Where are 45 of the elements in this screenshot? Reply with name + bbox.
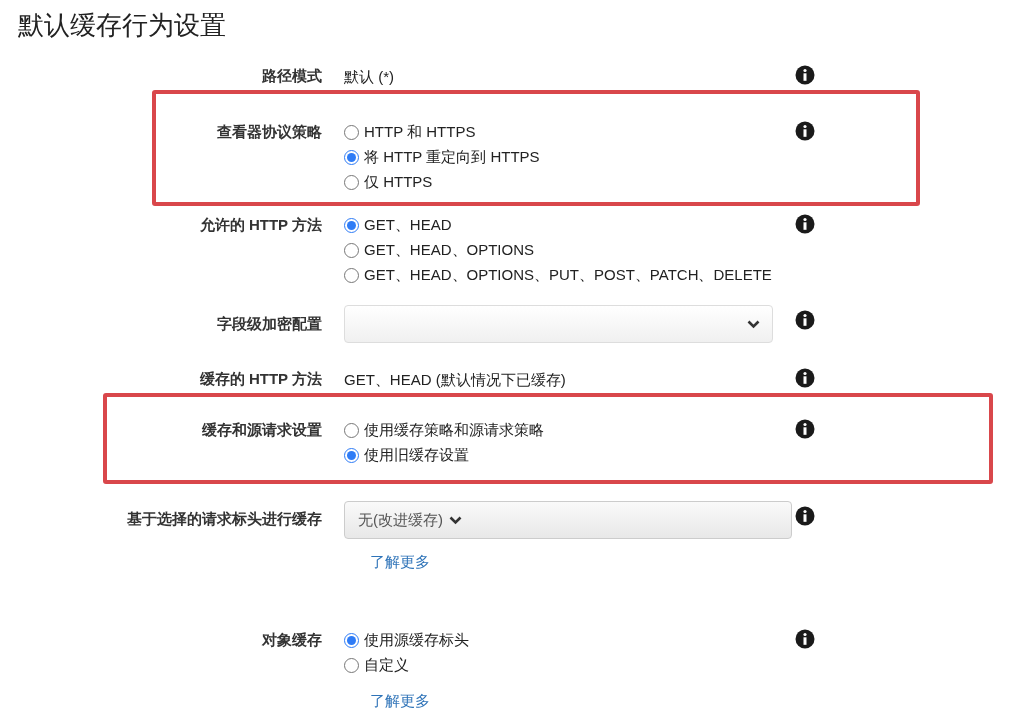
field-label: 对象缓存	[262, 630, 322, 651]
select-field[interactable]	[344, 305, 773, 343]
field-value: 默认 (*)	[344, 67, 395, 87]
radio-label: GET、HEAD、OPTIONS	[364, 240, 535, 261]
info-icon[interactable]	[795, 368, 815, 388]
field-label: 缓存的 HTTP 方法	[199, 369, 322, 390]
field-label: 路径模式	[262, 66, 322, 87]
radio-button[interactable]	[344, 268, 359, 283]
dropdown-button[interactable]: 无(改进缓存)	[344, 501, 792, 539]
radio-button[interactable]	[344, 448, 359, 463]
radio-label: 自定义	[364, 655, 409, 676]
page-title: 默认缓存行为设置	[17, 9, 227, 42]
radio-label: GET、HEAD、OPTIONS、PUT、POST、PATCH、DELETE	[364, 265, 772, 286]
info-icon[interactable]	[795, 65, 815, 85]
radio-button[interactable]	[344, 150, 359, 165]
info-icon[interactable]	[795, 629, 815, 649]
radio-label: 使用缓存策略和源请求策略	[364, 420, 544, 441]
info-icon[interactable]	[795, 310, 815, 330]
info-icon[interactable]	[795, 121, 815, 141]
radio-button[interactable]	[344, 218, 359, 233]
radio-button[interactable]	[344, 423, 359, 438]
field-label: 基于选择的请求标头进行缓存	[127, 508, 322, 529]
radio-label: 仅 HTTPS	[364, 172, 433, 193]
learn-more-link[interactable]: 了解更多	[370, 690, 430, 713]
radio-button[interactable]	[344, 125, 359, 140]
radio-label: 使用旧缓存设置	[364, 445, 469, 466]
info-icon[interactable]	[795, 506, 815, 526]
field-value: GET、HEAD (默认情况下已缓存)	[344, 370, 567, 390]
radio-label: HTTP 和 HTTPS	[364, 122, 476, 143]
chevron-down-icon	[747, 319, 760, 329]
radio-button[interactable]	[344, 175, 359, 190]
learn-more-link[interactable]: 了解更多	[370, 551, 430, 574]
field-label: 字段级加密配置	[217, 313, 322, 334]
info-icon[interactable]	[795, 214, 815, 234]
radio-button[interactable]	[344, 633, 359, 648]
info-icon[interactable]	[795, 419, 815, 439]
chevron-down-icon	[449, 515, 462, 525]
field-label: 查看器协议策略	[217, 122, 322, 143]
radio-label: 将 HTTP 重定向到 HTTPS	[364, 147, 540, 168]
radio-label: 使用源缓存标头	[364, 630, 469, 651]
radio-button[interactable]	[344, 658, 359, 673]
field-label: 缓存和源请求设置	[202, 420, 322, 441]
radio-button[interactable]	[344, 243, 359, 258]
radio-label: GET、HEAD	[364, 215, 452, 236]
field-label: 允许的 HTTP 方法	[199, 215, 322, 236]
